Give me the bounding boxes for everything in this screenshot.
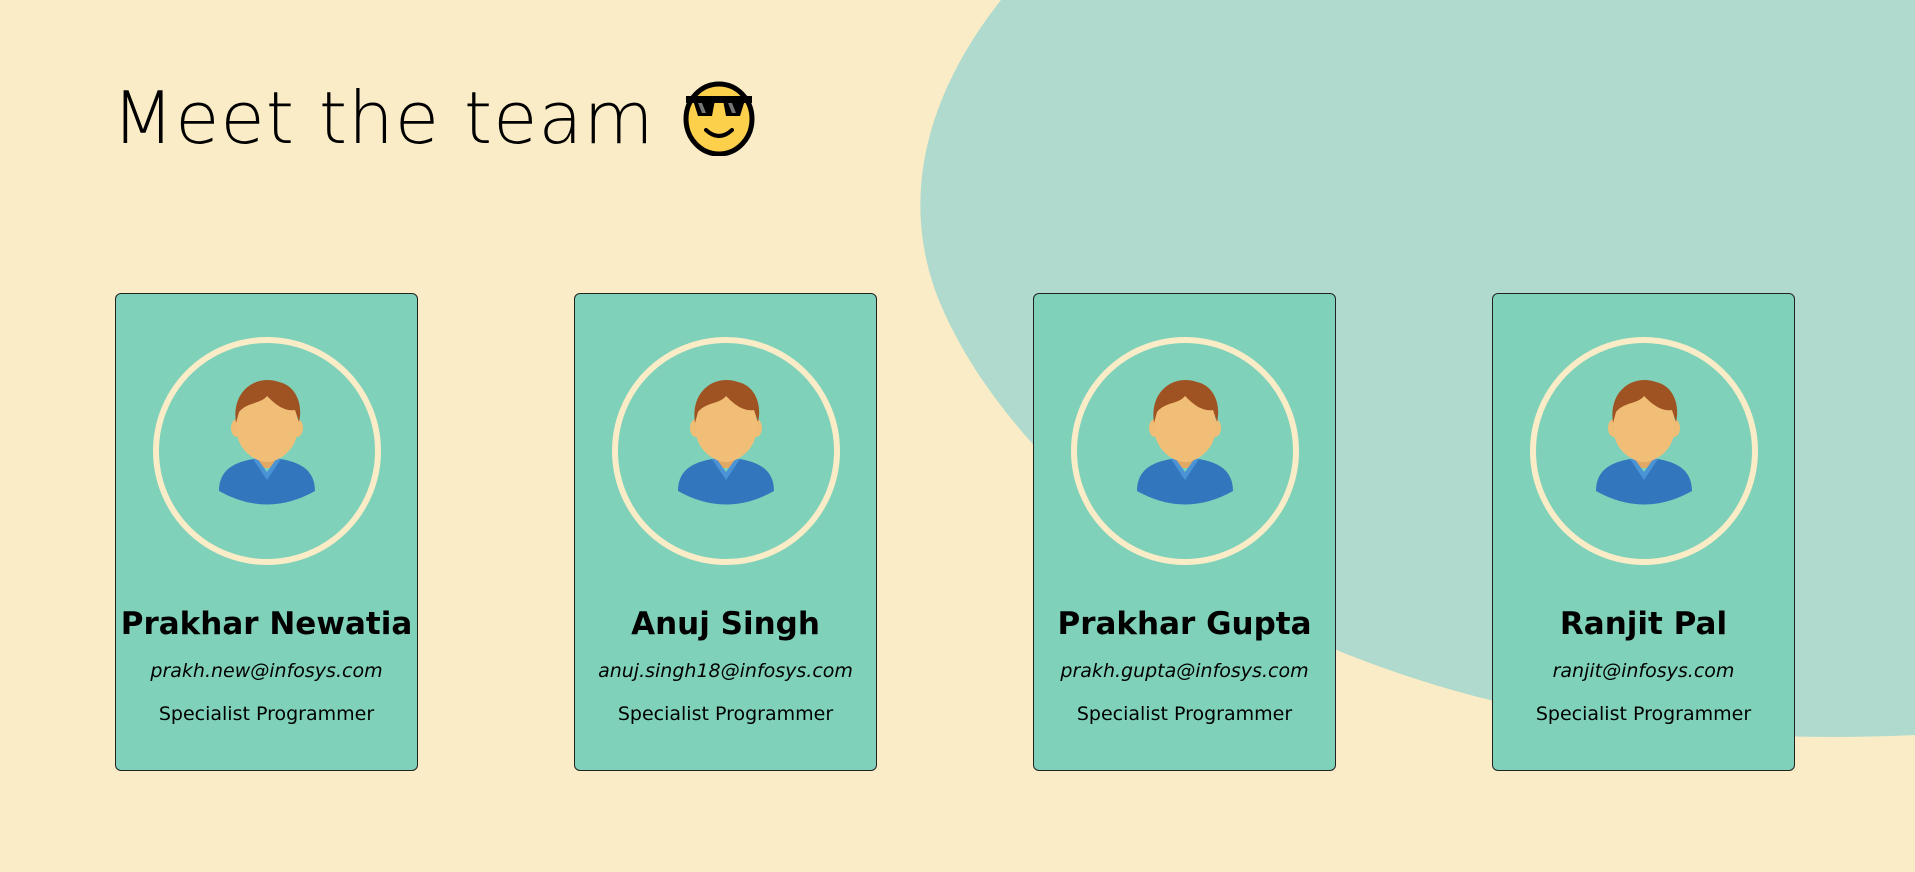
- page-title: Meet the team: [112, 76, 757, 160]
- member-email[interactable]: anuj.singh18@infosys.com: [575, 660, 876, 682]
- page-title-text: Meet the team: [112, 76, 655, 160]
- member-email[interactable]: prakh.gupta@infosys.com: [1034, 660, 1335, 682]
- avatar: [1071, 337, 1299, 565]
- person-avatar-icon: [219, 379, 315, 505]
- team-member-card: Prakhar Newatia prakh.new@infosys.com Sp…: [115, 293, 418, 771]
- member-role: Specialist Programmer: [1535, 703, 1752, 725]
- member-role: Specialist Programmer: [158, 703, 375, 725]
- member-name: Ranjit Pal: [1559, 606, 1728, 642]
- member-email[interactable]: ranjit@infosys.com: [1493, 660, 1794, 682]
- member-name: Prakhar Newatia: [120, 606, 413, 642]
- person-avatar-icon: [1137, 379, 1233, 505]
- member-role: Specialist Programmer: [617, 703, 834, 725]
- team-member-card: Anuj Singh anuj.singh18@infosys.com Spec…: [574, 293, 877, 771]
- person-avatar-icon: [1596, 379, 1692, 505]
- team-member-card: Prakhar Gupta prakh.gupta@infosys.com Sp…: [1033, 293, 1336, 771]
- avatar: [1530, 337, 1758, 565]
- member-name: Prakhar Gupta: [1057, 606, 1312, 642]
- person-avatar-icon: [678, 379, 774, 505]
- member-email[interactable]: prakh.new@infosys.com: [116, 660, 417, 682]
- team-member-card: Ranjit Pal ranjit@infosys.com Specialist…: [1492, 293, 1795, 771]
- member-name: Anuj Singh: [631, 606, 820, 642]
- avatar: [612, 337, 840, 565]
- member-role: Specialist Programmer: [1076, 703, 1293, 725]
- avatar: [153, 337, 381, 565]
- sunglasses-face-icon: [683, 81, 755, 156]
